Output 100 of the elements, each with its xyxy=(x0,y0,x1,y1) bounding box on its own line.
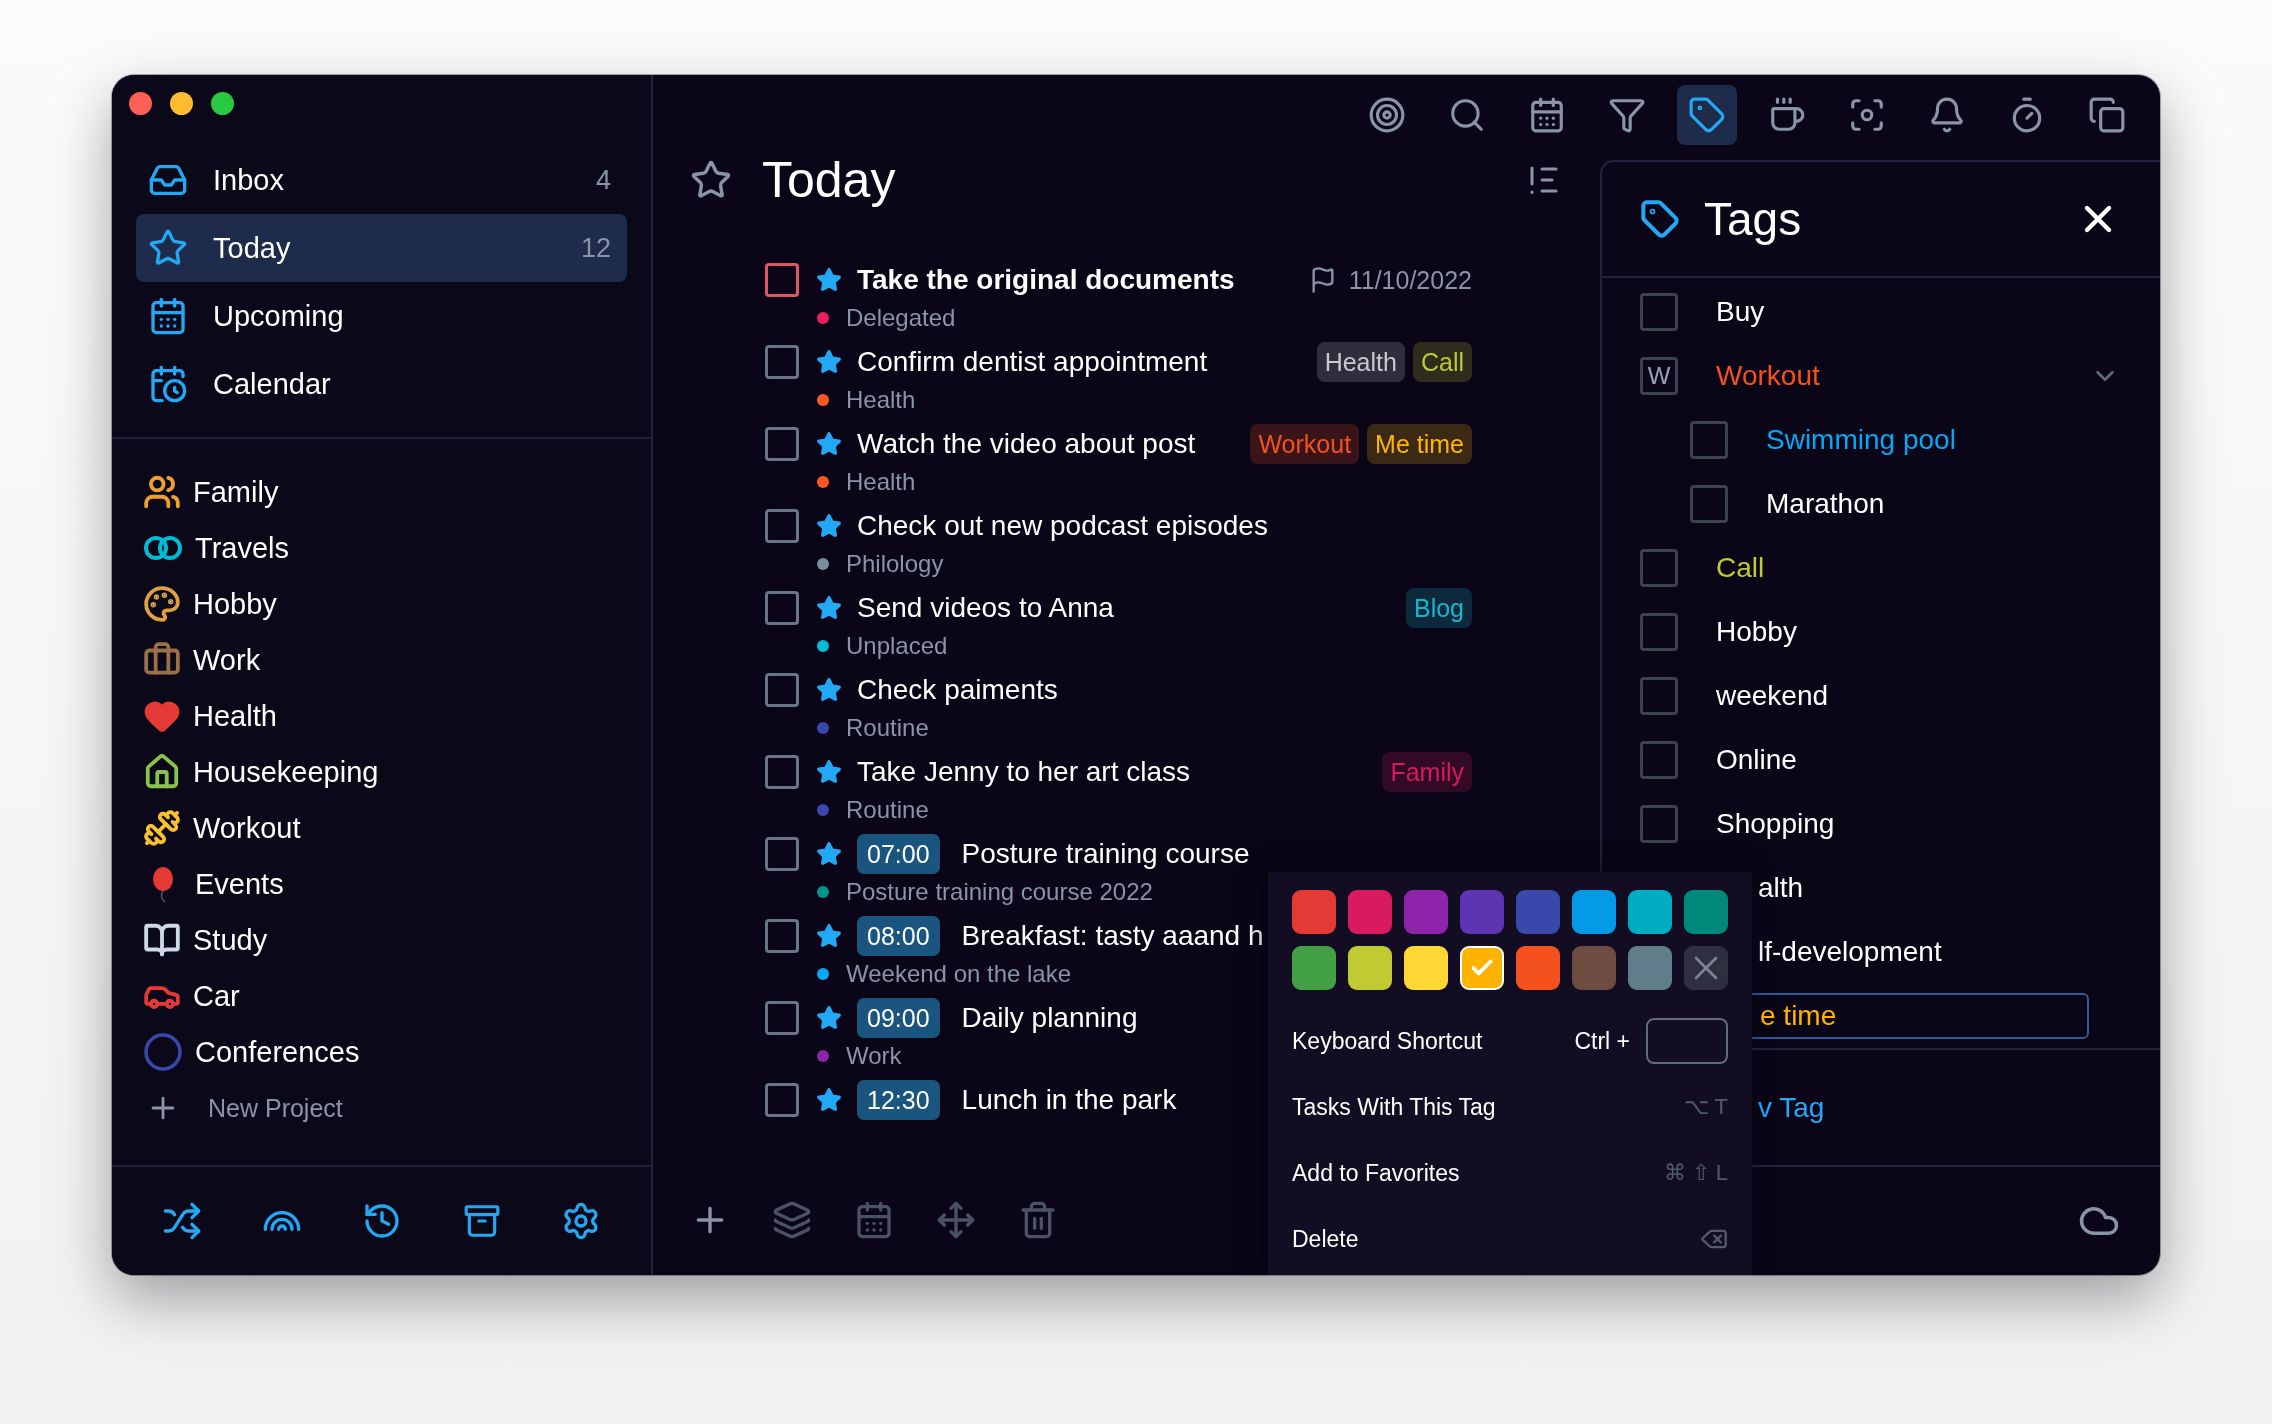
zoom-window-button[interactable] xyxy=(211,91,234,115)
tag-checkbox[interactable] xyxy=(1640,805,1678,843)
toolbar-button[interactable] xyxy=(1677,85,1737,145)
task-title[interactable]: Breakfast: tasty aaand h xyxy=(961,920,1264,952)
color-swatch[interactable] xyxy=(1572,946,1616,990)
no-color-swatch[interactable] xyxy=(1684,946,1728,990)
tag-pill[interactable]: Workout xyxy=(1250,424,1360,464)
color-swatch[interactable] xyxy=(1684,890,1728,934)
shuffle-icon[interactable] xyxy=(162,1201,203,1241)
task-title[interactable]: Send videos to Anna xyxy=(857,592,1114,624)
sidebar-item[interactable]: Upcoming xyxy=(136,282,627,350)
tag-icon xyxy=(1688,96,1726,134)
tag-checkbox[interactable] xyxy=(1640,613,1678,651)
shortcut-key[interactable]: W xyxy=(1640,357,1678,395)
tag-pill[interactable]: Call xyxy=(1412,342,1472,382)
color-swatch[interactable] xyxy=(1292,946,1336,990)
tag-checkbox[interactable] xyxy=(1640,549,1678,587)
task-checkbox[interactable] xyxy=(765,591,799,625)
menu-item[interactable]: Tasks With This Tag ⌥ T xyxy=(1292,1074,1728,1140)
color-swatch[interactable] xyxy=(1460,946,1504,990)
task-checkbox[interactable] xyxy=(765,837,799,871)
task-title[interactable]: Check out new podcast episodes xyxy=(857,510,1268,542)
tag-name[interactable]: Call xyxy=(1716,552,2120,584)
tag-checkbox[interactable] xyxy=(1690,421,1728,459)
new-tag-link[interactable]: v Tag xyxy=(1758,1091,1825,1124)
filter-icon xyxy=(1608,96,1646,134)
color-swatch[interactable] xyxy=(1404,890,1448,934)
project-item[interactable]: Study xyxy=(136,912,651,968)
tag-name[interactable]: Shopping xyxy=(1716,808,2120,840)
minimize-window-button[interactable] xyxy=(170,91,193,115)
color-swatch[interactable] xyxy=(1572,890,1616,934)
project-item[interactable]: Events xyxy=(136,856,651,912)
color-swatch[interactable] xyxy=(1348,946,1392,990)
tag-name[interactable]: Swimming pool xyxy=(1766,424,2120,456)
task-checkbox[interactable] xyxy=(765,919,799,953)
move-icon[interactable] xyxy=(936,1200,976,1240)
task-title[interactable]: Take the original documents xyxy=(857,264,1235,296)
calendar-icon[interactable] xyxy=(854,1200,894,1240)
task-title[interactable]: Take Jenny to her art class xyxy=(857,756,1191,788)
task-title[interactable]: Watch the video about post xyxy=(857,428,1196,460)
color-swatch[interactable] xyxy=(1292,890,1336,934)
project-item[interactable]: Workout xyxy=(136,800,651,856)
tag-pill[interactable]: Blog xyxy=(1405,588,1472,628)
sidebar-item[interactable]: Inbox 4 xyxy=(136,146,627,214)
task-checkbox[interactable] xyxy=(765,345,799,379)
tag-name[interactable]: lf-development xyxy=(1758,936,2120,968)
color-swatch[interactable] xyxy=(1628,946,1672,990)
project-item[interactable]: Travels xyxy=(136,520,651,576)
color-swatch[interactable] xyxy=(1628,890,1672,934)
copy-icon xyxy=(2088,96,2126,134)
tag-checkbox[interactable] xyxy=(1640,741,1678,779)
layers-icon[interactable] xyxy=(772,1200,812,1240)
tag-checkbox[interactable] xyxy=(1640,293,1678,331)
color-swatch[interactable] xyxy=(1404,946,1448,990)
tag-name[interactable]: Hobby xyxy=(1716,616,2120,648)
task-checkbox[interactable] xyxy=(765,509,799,543)
task-checkbox[interactable] xyxy=(765,1001,799,1035)
project-item[interactable]: Hobby xyxy=(136,576,651,632)
task-checkbox[interactable] xyxy=(765,1083,799,1117)
shortcut-field[interactable] xyxy=(1646,1018,1728,1064)
tag-name[interactable]: Workout xyxy=(1716,360,2090,392)
tag-checkbox[interactable] xyxy=(1690,485,1728,523)
project-item[interactable]: Car xyxy=(136,968,651,1024)
menu-item[interactable]: Delete xyxy=(1292,1206,1728,1272)
task-title[interactable]: Lunch in the park xyxy=(961,1084,1177,1116)
tag-name[interactable]: alth xyxy=(1758,872,2120,904)
tag-name[interactable]: weekend xyxy=(1716,680,2120,712)
color-swatch[interactable] xyxy=(1348,890,1392,934)
tag-name[interactable]: Buy xyxy=(1716,296,2120,328)
tag-pill[interactable]: Me time xyxy=(1367,424,1472,464)
new-project-button[interactable]: New Project xyxy=(136,1080,651,1136)
project-item[interactable]: Housekeeping xyxy=(136,744,651,800)
task-checkbox[interactable] xyxy=(765,263,799,297)
project-item[interactable]: Health xyxy=(136,688,651,744)
project-item[interactable]: Family xyxy=(136,464,651,520)
task-title[interactable]: Check paiments xyxy=(857,674,1058,706)
task-checkbox[interactable] xyxy=(765,427,799,461)
project-item[interactable]: Conferences xyxy=(136,1024,651,1080)
sidebar-item[interactable]: Calendar xyxy=(136,350,627,418)
tag-checkbox[interactable] xyxy=(1640,677,1678,715)
task-title[interactable]: Confirm dentist appointment xyxy=(857,346,1208,378)
task-checkbox[interactable] xyxy=(765,673,799,707)
sort-icon[interactable] xyxy=(1528,164,1560,196)
panel-title: Tags xyxy=(1704,192,1803,246)
tag-name[interactable]: Marathon xyxy=(1766,488,2120,520)
task-title[interactable]: Daily planning xyxy=(961,1002,1138,1034)
menu-item[interactable]: Keyboard Shortcut xyxy=(1292,1027,1483,1055)
task-title[interactable]: Posture training course xyxy=(961,838,1250,870)
task-checkbox[interactable] xyxy=(765,755,799,789)
sidebar-item[interactable]: Today 12 xyxy=(136,214,627,282)
color-swatch[interactable] xyxy=(1516,890,1560,934)
tag-pill[interactable]: Health xyxy=(1316,342,1405,382)
menu-item[interactable]: Add to Favorites ⌘ ⇧ L xyxy=(1292,1140,1728,1206)
color-swatch[interactable] xyxy=(1516,946,1560,990)
close-window-button[interactable] xyxy=(129,91,152,115)
tag-name[interactable]: Online xyxy=(1716,744,2120,776)
calendar-clock-icon xyxy=(148,364,188,404)
project-item[interactable]: Work xyxy=(136,632,651,688)
color-swatch[interactable] xyxy=(1460,890,1504,934)
archive-icon[interactable] xyxy=(462,1202,501,1240)
